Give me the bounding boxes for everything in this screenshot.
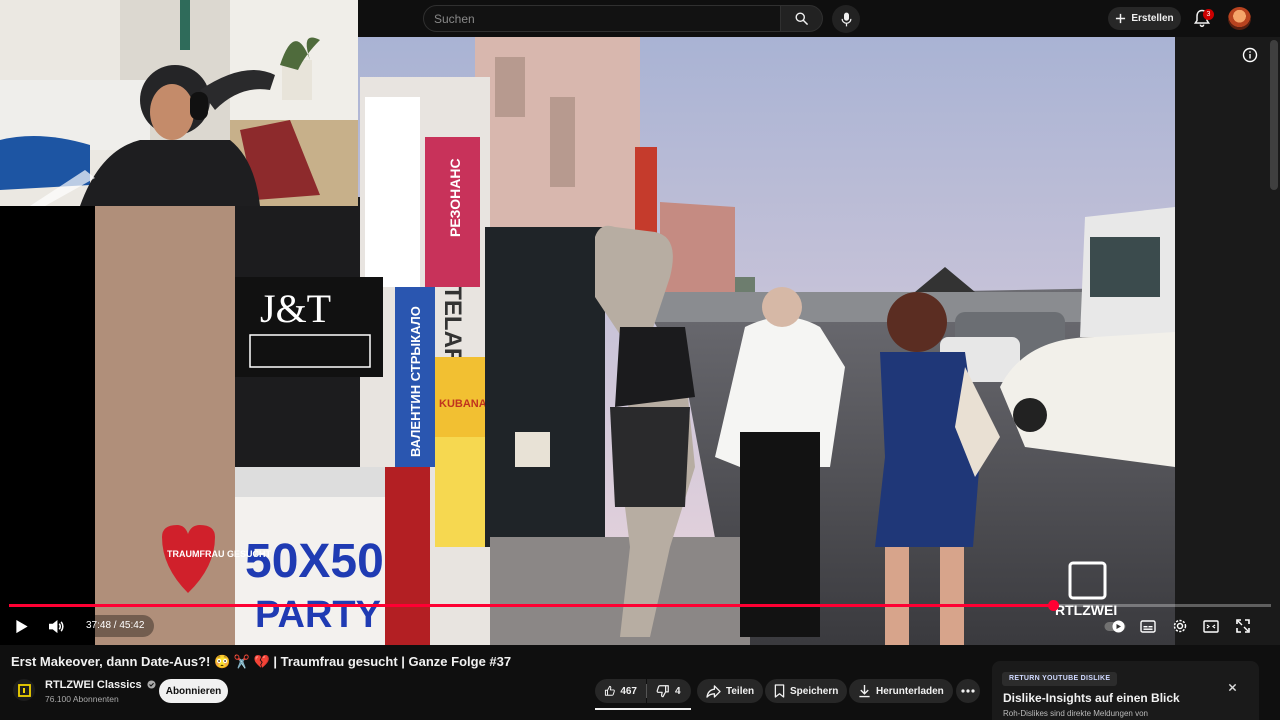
info-icon[interactable] xyxy=(1242,47,1258,63)
rd-title: Dislike-Insights auf einen Blick xyxy=(1003,691,1180,705)
download-icon xyxy=(859,684,870,698)
mute-button[interactable] xyxy=(45,615,67,637)
current-time: 37:48 xyxy=(86,620,112,631)
save-label: Speichern xyxy=(790,685,839,697)
notification-count-badge: 3 xyxy=(1203,9,1214,20)
autoplay-toggle[interactable] xyxy=(1103,615,1127,637)
like-ratio-bar xyxy=(595,708,691,710)
like-count: 467 xyxy=(620,685,637,697)
player-right-letterbox xyxy=(1175,37,1280,645)
progress-scrubber[interactable] xyxy=(1047,600,1059,611)
progress-played xyxy=(9,604,1053,607)
thumbs-down-icon xyxy=(656,685,669,698)
thumbs-up-icon xyxy=(604,685,615,696)
share-button[interactable]: Teilen xyxy=(697,679,764,703)
volume-icon xyxy=(48,619,64,633)
close-icon xyxy=(1228,683,1236,692)
voice-search-button[interactable] xyxy=(832,5,860,33)
subtitles-icon xyxy=(1140,619,1156,633)
show-logo: TRAUMFRAU GESUCHT xyxy=(167,549,271,559)
rezonans-poster: РЕЗОНАНС xyxy=(447,158,463,237)
play-button[interactable] xyxy=(11,615,33,637)
microphone-icon xyxy=(841,12,851,26)
duration: 45:42 xyxy=(119,620,145,631)
channel-name[interactable]: RTLZWEI Classics xyxy=(45,679,156,691)
search-icon xyxy=(795,12,808,25)
fullscreen-button[interactable] xyxy=(1232,615,1254,637)
like-button[interactable]: 467 xyxy=(595,679,646,703)
dislike-button[interactable]: 4 xyxy=(647,679,691,703)
party-poster-number: 50X50 xyxy=(245,535,384,588)
create-button[interactable]: Erstellen xyxy=(1108,7,1181,30)
verified-icon xyxy=(147,680,156,689)
search-box xyxy=(423,5,823,32)
plus-icon xyxy=(1116,13,1126,24)
rd-badge: RETURN YOUTUBE DISLIKE xyxy=(1002,672,1118,686)
channel-avatar[interactable] xyxy=(13,679,35,701)
party-poster-text: PARTY xyxy=(255,594,381,636)
youtube-watch-page: Erstellen 3 xyxy=(0,0,1280,720)
rd-subtitle: Roh-Dislikes sind direkte Meldungen von xyxy=(1003,709,1148,718)
subtitles-button[interactable] xyxy=(1137,615,1159,637)
create-label: Erstellen xyxy=(1131,13,1174,24)
share-icon xyxy=(706,684,721,698)
time-display: 37:48 / 45:42 xyxy=(76,615,155,637)
kubana-poster: KUBANA xyxy=(439,398,487,410)
rd-close-button[interactable] xyxy=(1226,682,1238,694)
save-button[interactable]: Speichern xyxy=(765,679,848,703)
channel-logo-icon xyxy=(17,683,31,697)
search-input[interactable] xyxy=(423,5,781,32)
download-label: Herunterladen xyxy=(876,685,944,697)
progress-bar[interactable] xyxy=(9,600,1271,611)
subscriber-count: 76.100 Abonnenten xyxy=(45,694,119,704)
dislike-count: 4 xyxy=(675,685,681,697)
search-button[interactable] xyxy=(781,5,823,32)
video-title: Erst Makeover, dann Date-Aus?! 😳 ✂️ 💔 | … xyxy=(11,654,512,669)
page-scrollbar[interactable] xyxy=(1270,40,1278,190)
settings-button[interactable] xyxy=(1169,615,1191,637)
autoplay-toggle-icon xyxy=(1104,620,1126,632)
webcam-image xyxy=(0,0,358,206)
miniplayer-button[interactable] xyxy=(1200,615,1222,637)
more-actions-button[interactable] xyxy=(956,679,980,703)
bookmark-icon xyxy=(774,684,785,698)
user-avatar[interactable] xyxy=(1228,7,1251,30)
share-label: Teilen xyxy=(726,685,755,697)
download-button[interactable]: Herunterladen xyxy=(849,679,953,703)
valentin-poster: ВАЛЕНТИН СТРЫКАЛО xyxy=(408,306,423,457)
subscribe-button[interactable]: Abonnieren xyxy=(159,679,228,703)
streamer-webcam-overlay xyxy=(0,0,358,206)
theater-mode-icon xyxy=(1203,619,1219,633)
more-horizontal-icon xyxy=(961,689,975,693)
channel-name-text: RTLZWEI Classics xyxy=(45,679,142,691)
fullscreen-icon xyxy=(1236,619,1250,633)
play-icon xyxy=(16,619,28,633)
gear-icon xyxy=(1173,619,1187,633)
